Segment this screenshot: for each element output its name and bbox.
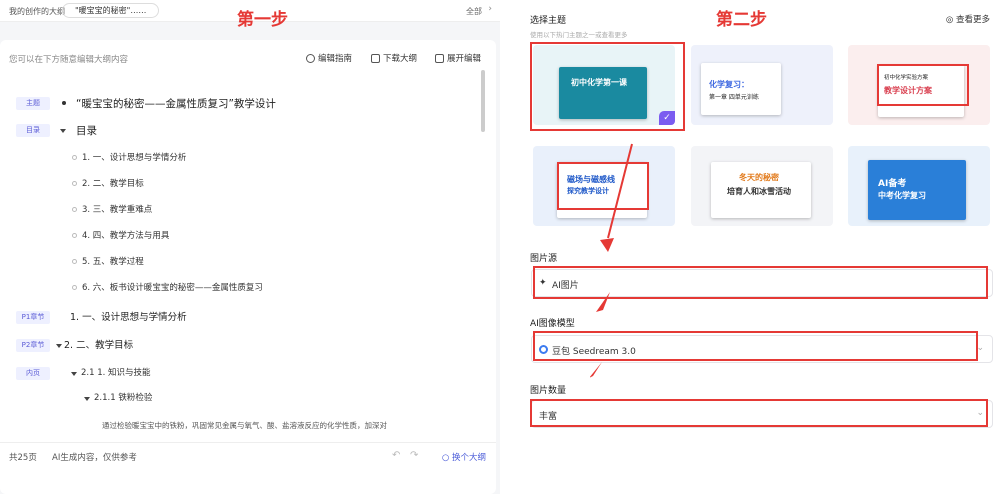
expand-edit-label: 展开编辑 <box>447 54 482 64</box>
tag-topic: 主题 <box>16 97 50 110</box>
page-count: 共25页 <box>9 453 37 463</box>
outline-panel: 我的创作的大纲 "暖宝宝的秘密"…… 全部 › 第一步 您可以在下方随意编辑大纲… <box>0 0 500 494</box>
screenshot-root: 我的创作的大纲 "暖宝宝的秘密"…… 全部 › 第一步 您可以在下方随意编辑大纲… <box>0 0 1000 494</box>
arrow-head <box>596 292 610 312</box>
expand-edit-button[interactable]: 展开编辑 <box>435 52 481 64</box>
node-icon <box>72 207 77 212</box>
theme-section-subtitle: 使用以下热门主题之一或查看更多 <box>530 31 628 39</box>
theme-3-highlight <box>877 64 969 106</box>
toc-item-2[interactable]: 2. 二、教学目标 <box>82 177 144 189</box>
toc-item-4[interactable]: 4. 四、教学方法与用具 <box>82 229 169 241</box>
toc-item-6[interactable]: 6. 六、板书设计暖宝宝的秘密——金属性质复习 <box>82 281 263 293</box>
outline-toolbar: 您可以在下方随意编辑大纲内容 编辑指南 下载大纲 展开编辑 <box>0 40 496 74</box>
step-one-label: 第一步 <box>237 10 288 30</box>
arrow-head <box>590 362 602 378</box>
thumb-title: AI备考 <box>878 179 907 189</box>
view-more-label: 查看更多 <box>955 15 990 25</box>
view-more-button[interactable]: ◎ 查看更多 <box>946 13 990 25</box>
outline-title-pill[interactable]: "暖宝宝的秘密"…… <box>62 3 160 18</box>
outline-footer: 共25页 AI生成内容，仅供参考 ↶ ↷ ○ 换个大纲 <box>0 442 496 494</box>
expand-icon <box>435 53 444 63</box>
palette-icon: ◎ <box>945 15 956 25</box>
sub-heading-2-1[interactable]: 2.1 1. 知识与技能 <box>81 366 151 378</box>
all-link[interactable]: 全部 <box>466 6 482 17</box>
node-icon <box>72 155 77 160</box>
arrow-line <box>607 143 633 239</box>
thumb-subtitle: 第一章 四单元训练 <box>709 94 759 101</box>
count-title: 图片数量 <box>530 386 567 396</box>
image-source-title: 图片源 <box>530 254 558 264</box>
outline-topic[interactable]: “暖宝宝的秘密——金属性质复习”教学设计 <box>76 96 276 111</box>
outline-toc[interactable]: 目录 <box>76 123 97 138</box>
theme-thumb-5[interactable]: 冬天的秘密 培育人和冰雪活动 <box>691 146 833 226</box>
toc-item-1[interactable]: 1. 一、设计思想与学情分析 <box>82 151 186 163</box>
collapse-icon[interactable] <box>71 372 77 376</box>
bullet-icon <box>62 101 66 105</box>
toc-item-5[interactable]: 5. 五、教学过程 <box>82 255 144 267</box>
switch-outline-label: 换个大纲 <box>451 453 486 463</box>
ai-disclaimer: AI生成内容，仅供参考 <box>52 453 137 463</box>
outline-tree: 主题 “暖宝宝的秘密——金属性质复习”教学设计 目录 目录 1. 一、设计思想与… <box>8 70 486 434</box>
node-icon <box>72 181 77 186</box>
theme-thumb-2[interactable]: 化学复习： 第一章 四单元训练 <box>691 45 833 125</box>
edit-guide-label: 编辑指南 <box>318 54 353 64</box>
p1-heading[interactable]: 1. 一、设计思想与学情分析 <box>70 309 187 323</box>
download-outline-label: 下载大纲 <box>383 54 418 64</box>
outline-card: 您可以在下方随意编辑大纲内容 编辑指南 下载大纲 展开编辑 主题 “暖宝宝的秘密… <box>0 40 496 494</box>
thumb-subtitle: 中考化学复习 <box>878 191 926 200</box>
tag-p1: P1章节 <box>16 311 50 324</box>
toc-item-3[interactable]: 3. 三、教学重难点 <box>82 203 152 215</box>
selected-theme-highlight <box>530 42 685 131</box>
arrow-head <box>600 238 614 252</box>
theme-thumb-6[interactable]: AI备考 中考化学复习 <box>848 146 990 226</box>
refresh-icon: ○ <box>441 453 452 463</box>
theme-section-title: 选择主题 <box>530 16 567 26</box>
collapse-icon[interactable] <box>84 397 90 401</box>
download-outline-button[interactable]: 下载大纲 <box>371 52 417 64</box>
image-count-highlight <box>530 399 988 427</box>
step-two-label: 第二步 <box>716 10 767 30</box>
edit-hint: 您可以在下方随意编辑大纲内容 <box>9 55 129 65</box>
thumb-title: 冬天的秘密 <box>739 173 779 182</box>
undo-icon[interactable]: ↶ <box>392 450 400 461</box>
tag-p2: P2章节 <box>16 339 50 352</box>
switch-outline-button[interactable]: ○ 换个大纲 <box>442 451 486 463</box>
download-icon <box>371 53 380 63</box>
edit-guide-button[interactable]: 编辑指南 <box>306 52 352 64</box>
thumb-subtitle: 培育人和冰雪活动 <box>727 187 791 196</box>
redo-icon[interactable]: ↷ <box>410 450 418 461</box>
collapse-icon[interactable] <box>60 129 66 133</box>
model-title: AI图像模型 <box>530 319 575 329</box>
thumb-title: 化学复习： <box>709 80 749 89</box>
sub-heading-2-1-1[interactable]: 2.1.1 铁粉检验 <box>94 391 152 403</box>
node-icon <box>72 259 77 264</box>
tag-toc: 目录 <box>16 124 50 137</box>
node-icon <box>72 285 77 290</box>
guide-arrows <box>590 143 633 378</box>
breadcrumb[interactable]: 我的创作的大纲 <box>9 6 65 17</box>
outline-scrollbar[interactable] <box>481 70 485 132</box>
chevron-right-icon[interactable]: › <box>488 4 492 14</box>
tag-content: 内页 <box>16 367 50 380</box>
content-paragraph[interactable]: 通过检验暖宝宝中的铁粉，巩固常见金属与氧气、酸、盐溶液反应的化学性质，加深对 <box>102 420 387 431</box>
guide-icon <box>306 53 315 63</box>
p2-heading[interactable]: 2. 二、教学目标 <box>64 337 133 351</box>
node-icon <box>72 233 77 238</box>
collapse-icon[interactable] <box>56 344 62 348</box>
